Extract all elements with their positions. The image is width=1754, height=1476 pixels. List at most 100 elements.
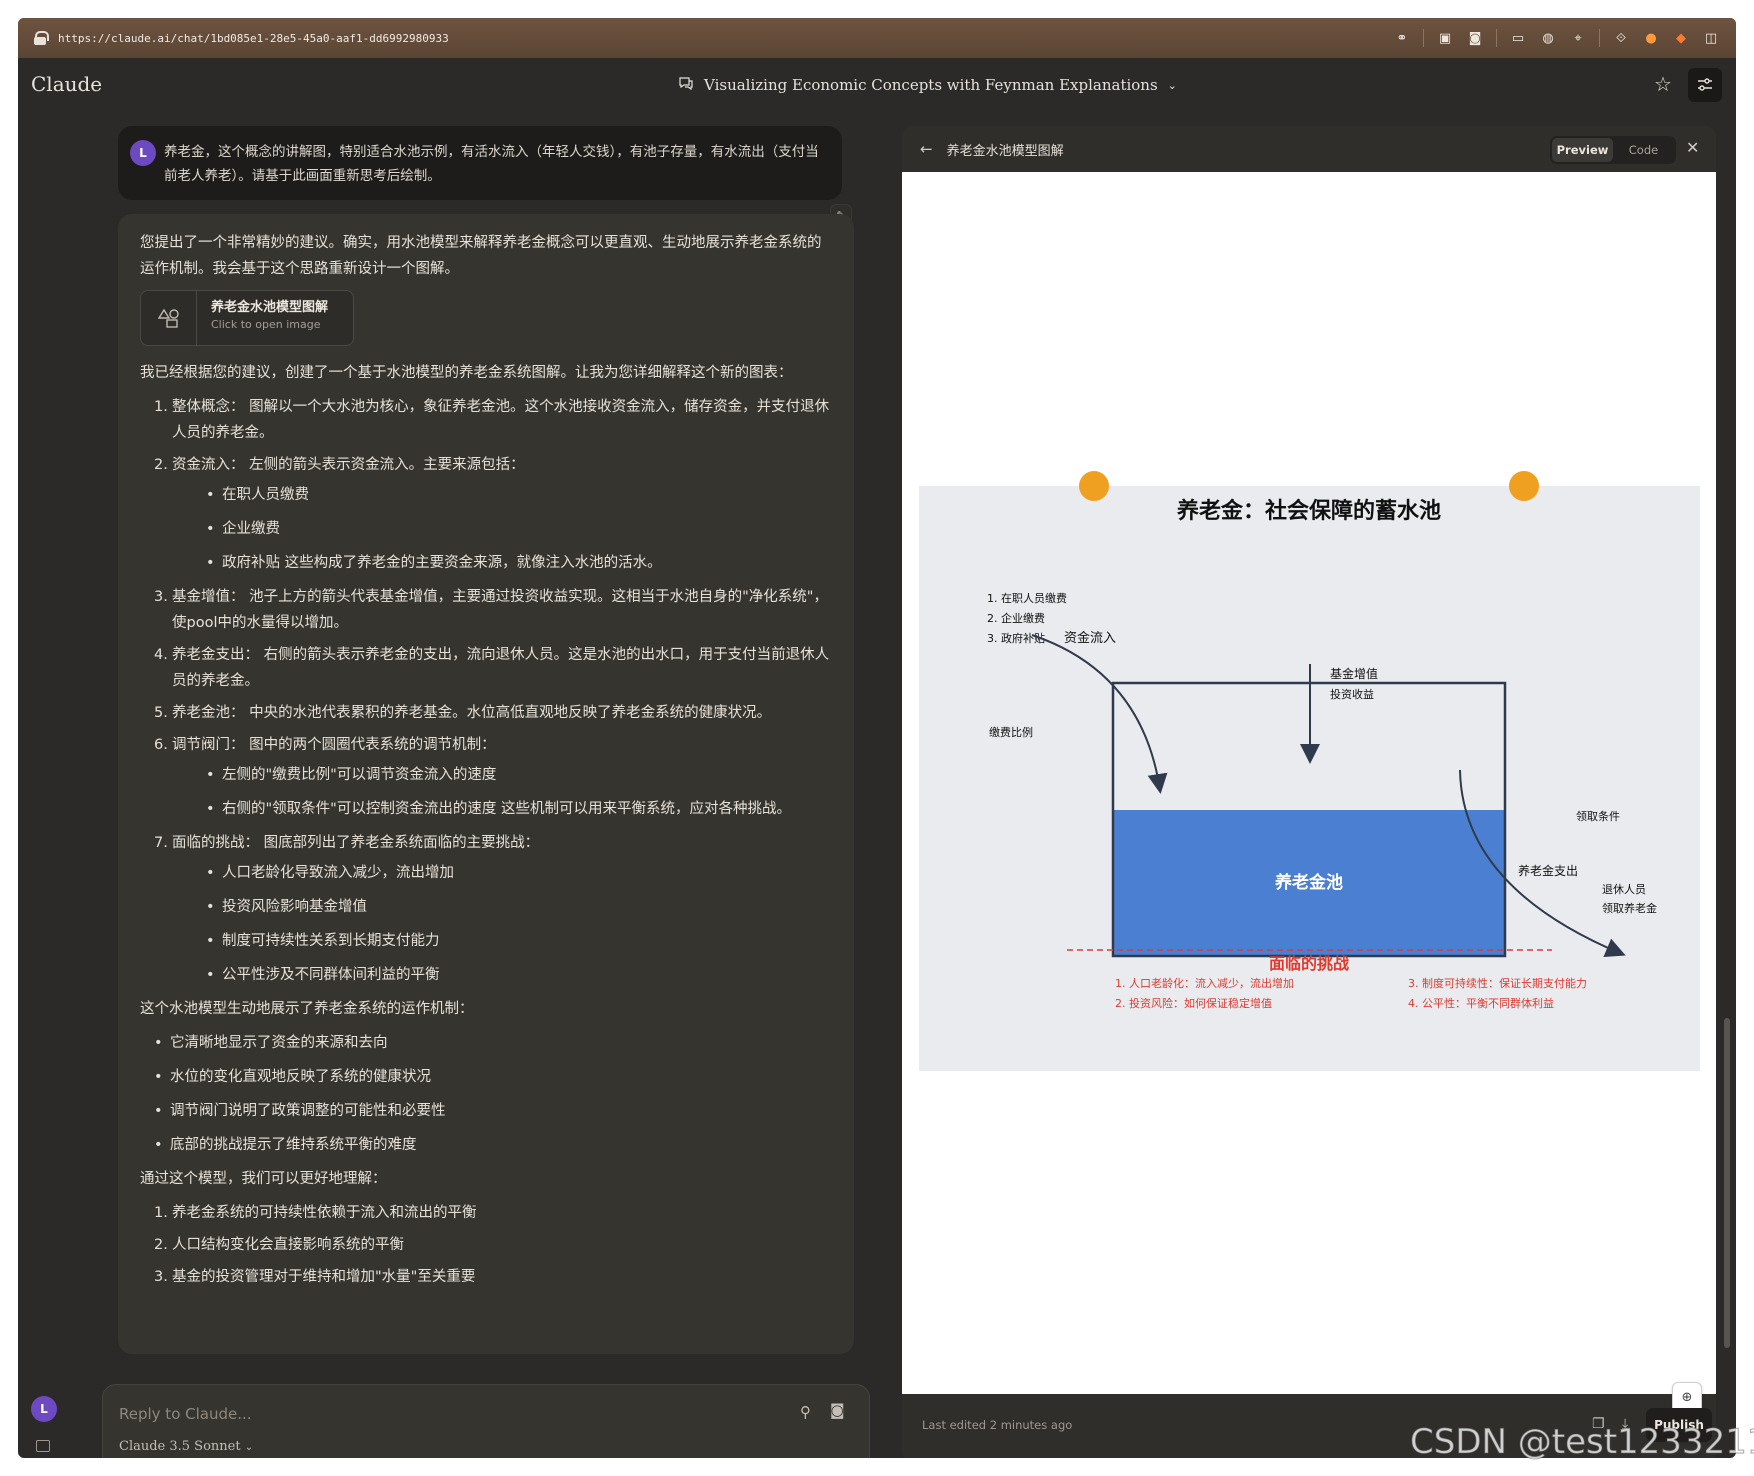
tab-code[interactable]: Code [1613,138,1674,162]
inflow-source: 2. 企业缴费 [987,611,1045,625]
pension-diagram: 养老金：社会保障的蓄水池 1. 在职人员缴费 2. 企业缴费 3. 政府补贴 资… [919,471,1700,1071]
left-valve-label: 缴费比例 [989,725,1033,739]
chevron-down-icon: ⌄ [244,1442,254,1453]
camera-icon[interactable]: ◙ [830,1401,845,1419]
tab-preview[interactable]: Preview [1552,138,1613,162]
outflow-label: 养老金支出 [1518,863,1578,878]
sliders-icon [1698,78,1712,91]
inflow-label: 资金流入 [1064,630,1116,646]
sub-list: 人口老龄化导致流入减少，流出增加投资风险影响基金增值制度可持续性关系到长期支付能… [172,860,832,988]
list-number: 5. [154,705,168,721]
list-item: 4. 养老金支出： 右侧的箭头表示养老金的支出，流向退休人员。这是水池的出水口，用… [140,642,832,694]
screenshot-icon[interactable]: ▣ [1436,29,1454,47]
reply-paragraph: 这个水池模型生动地展示了养老金系统的运作机制： [140,1001,474,1017]
sub-list-item: 制度可持续性关系到长期支付能力 [206,928,832,954]
list-item: 3. 基金增值： 池子上方的箭头代表基金增值，主要通过投资收益实现。这相当于水池自… [140,584,832,636]
view-toggle: Preview Code [1550,136,1676,164]
sidebar-icon[interactable]: ◫ [1702,29,1720,47]
challenge-item: 3. 制度可持续性：保证长期支付能力 [1408,976,1587,990]
model-name: Claude 3.5 Sonnet [119,1439,241,1454]
shapes-icon [141,291,197,345]
record-icon[interactable]: ● [1642,29,1660,47]
claude-logo[interactable]: Claude [31,72,102,96]
artifact-preview: 养老金：社会保障的蓄水池 1. 在职人员缴费 2. 企业缴费 3. 政府补贴 资… [902,172,1716,1442]
chat-title: Visualizing Economic Concepts with Feynm… [704,76,1158,94]
reply-paragraph: 通过这个模型，我们可以更好地理解： [140,1171,387,1187]
challenge-item: 4. 公平性：平衡不同群体利益 [1408,996,1554,1010]
lock-icon [34,31,49,45]
challenge-item: 1. 人口老龄化：流入减少，流出增加 [1115,976,1294,990]
account-avatar[interactable]: L [31,1396,57,1422]
list-item-text: 调节阀门： 图中的两个圆圈代表系统的调节机制： [172,737,496,753]
star-icon[interactable]: ☆ [1654,72,1672,96]
sub-list-item: 在职人员缴费 [206,482,832,508]
user-message-text: 养老金，这个概念的讲解图，特别适合水池示例，有活水流入（年轻人交钱），有池子存量… [164,144,819,184]
user-avatar: L [130,140,156,166]
url-text[interactable]: https://claude.ai/chat/1bd085e1-28e5-45a… [58,32,449,45]
camera-icon[interactable]: ◙ [1466,29,1484,47]
sidebar-toggle-icon[interactable] [36,1440,50,1452]
crosshair-icon[interactable]: ⌖ [1569,29,1587,47]
close-icon[interactable]: ✕ [1686,138,1699,157]
diagram-title: 养老金：社会保障的蓄水池 [1176,498,1441,524]
list-number: 2. [154,1237,168,1253]
growth-sub-label: 投资收益 [1330,687,1374,701]
sub-list-item: 右侧的"领取条件"可以控制资金流出的速度 这些机制可以用来平衡系统，应对各种挑战… [206,796,832,822]
list-item-text: 养老金系统的可持续性依赖于流入和流出的平衡 [172,1205,477,1221]
list-item: 5. 养老金池： 中央的水池代表累积的养老基金。水位高低直观地反映了养老金系统的健… [140,700,832,726]
globe-icon[interactable]: ◍ [1539,29,1557,47]
pool-label: 养老金池 [1274,872,1343,893]
settings-sliders-button[interactable] [1688,68,1722,102]
sub-list-item: 左侧的"缴费比例"可以调节资金流入的速度 [206,762,832,788]
artifact-card-subtitle: Click to open image [211,318,321,331]
list-item: 底部的挑战提示了维持系统平衡的难度 [154,1132,832,1158]
artifact-card[interactable]: 养老金水池模型图解 Click to open image [140,290,354,346]
retirees-label: 领取养老金 [1602,901,1657,915]
list-item-text: 面临的挑战： 图底部列出了养老金系统面临的主要挑战： [172,835,540,851]
list-item-text: 基金的投资管理对于维持和增加"水量"至关重要 [172,1269,476,1285]
list-item: 6.调节阀门： 图中的两个圆圈代表系统的调节机制： 左侧的"缴费比例"可以调节资金… [140,732,832,822]
chevron-down-icon: ⌄ [1167,78,1177,92]
chat-title-button[interactable]: Visualizing Economic Concepts with Feynm… [678,75,1177,95]
chat-bubble-icon [678,75,694,95]
back-arrow-icon[interactable]: ← [920,140,933,158]
toolbar-divider [1423,29,1424,47]
extension-icon[interactable]: ⟐ [1612,29,1630,47]
conclusion-list: 1. 养老金系统的可持续性依赖于流入和流出的平衡 2. 人口结构变化会直接影响系统的平… [140,1200,832,1290]
left-valve-circle [1079,471,1109,501]
scrollbar[interactable] [1724,1018,1730,1348]
list-number: 1. [154,399,168,415]
challenges-title: 面临的挑战 [1269,954,1349,973]
reply-paragraph: 我已经根据您的建议，创建了一个基于水池模型的养老金系统图解。让我为您详细解释这个… [140,365,793,381]
list-item: 水位的变化直观地反映了系统的健康状况 [154,1064,832,1090]
list-item: 它清晰地显示了资金的来源和去向 [154,1030,832,1056]
list-number: 3. [154,1269,168,1285]
paperclip-icon[interactable]: ⚲ [800,1403,811,1421]
model-selector[interactable]: Claude 3.5 Sonnet ⌄ [119,1439,253,1454]
list-number: 6. [154,737,168,753]
fox-icon[interactable]: ◆ [1672,29,1690,47]
link-icon[interactable]: ⚭ [1393,29,1411,47]
challenge-item: 2. 投资风险：如何保证稳定增值 [1115,996,1272,1010]
list-item: 1. 整体概念： 图解以一个大水池为核心，象征养老金池。这个水池接收资金流入，储存… [140,394,832,446]
list-number: 4. [154,647,168,663]
sub-list: 在职人员缴费企业缴费政府补贴 这些构成了养老金的主要资金来源，就像注入水池的活水… [172,482,832,576]
terminal-icon[interactable]: ▭ [1509,29,1527,47]
right-valve-circle [1509,471,1539,501]
artifact-panel-title: 养老金水池模型图解 [946,143,1064,159]
explanation-list: 1. 整体概念： 图解以一个大水池为核心，象征养老金池。这个水池接收资金流入，储存… [140,394,832,988]
sub-list-item: 政府补贴 这些构成了养老金的主要资金来源，就像注入水池的活水。 [206,550,832,576]
assistant-message: 您提出了一个非常精妙的建议。确实，用水池模型来解释养老金概念可以更直观、生动地展… [118,214,854,1354]
reply-input[interactable]: Reply to Claude... [119,1405,252,1423]
list-item-text: 人口结构变化会直接影响系统的平衡 [172,1237,404,1253]
toolbar-divider [1496,29,1497,47]
list-item: 1. 养老金系统的可持续性依赖于流入和流出的平衡 [140,1200,832,1226]
growth-label: 基金增值 [1330,666,1378,681]
artifact-card-title: 养老金水池模型图解 [211,300,329,315]
reply-composer[interactable]: Reply to Claude... Claude 3.5 Sonnet ⌄ ⚲… [102,1384,870,1458]
list-item-text: 养老金池： 中央的水池代表累积的养老基金。水位高低直观地反映了养老金系统的健康状… [172,705,772,721]
browser-window: https://claude.ai/chat/1bd085e1-28e5-45a… [18,18,1736,1458]
inflow-source: 1. 在职人员缴费 [987,591,1067,605]
user-message: L 养老金，这个概念的讲解图，特别适合水池示例，有活水流入（年轻人交钱），有池子… [118,126,842,200]
list-number: 1. [154,1205,168,1221]
